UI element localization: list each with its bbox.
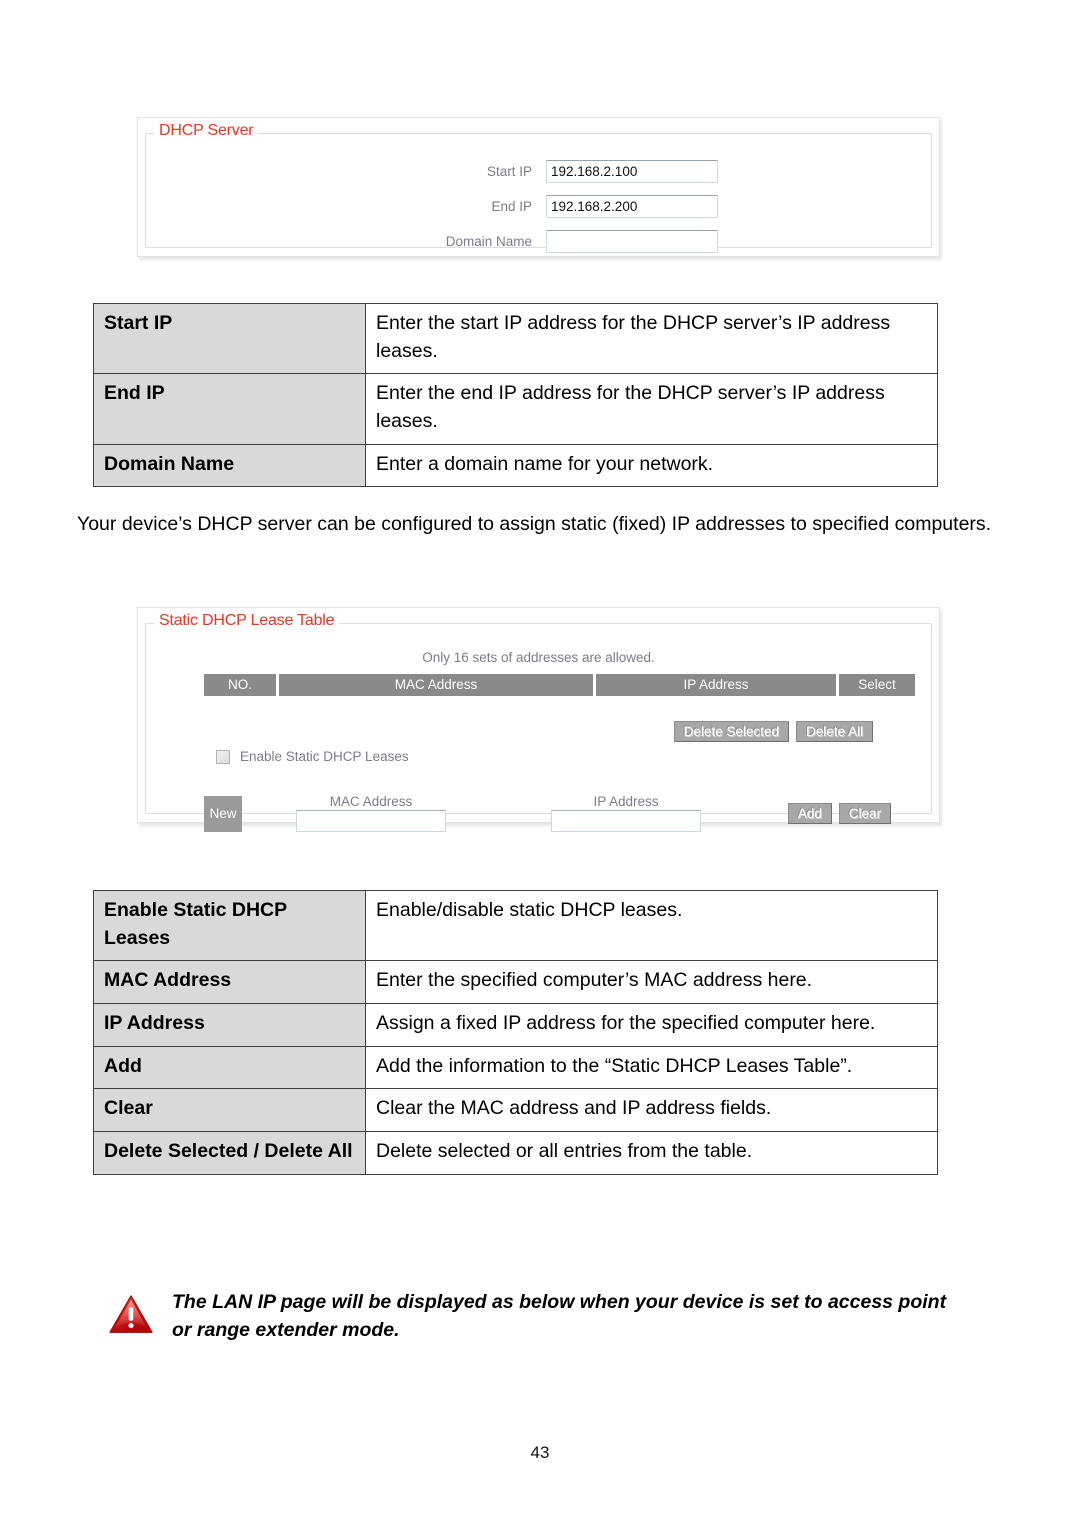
row-value: Enter a domain name for your network. [365, 443, 938, 488]
domain-name-input[interactable] [546, 230, 718, 253]
end-ip-label: End IP [491, 199, 532, 214]
row-key: Delete Selected / Delete All [93, 1131, 366, 1175]
dhcp-server-legend: DHCP Server [154, 122, 259, 140]
clear-button[interactable]: Clear [838, 803, 891, 824]
lease-table-header: NO. MAC Address IP Address Select [204, 674, 915, 696]
add-clear-buttons-group: Add Clear [787, 803, 891, 824]
row-value: Clear the MAC address and IP address fie… [365, 1088, 938, 1133]
row-value: Enter the end IP address for the DHCP se… [365, 373, 938, 445]
row-key: IP Address [93, 1003, 366, 1047]
new-row-badge: New [204, 796, 242, 832]
add-button[interactable]: Add [787, 803, 832, 824]
table-row: MAC Address Enter the specified computer… [93, 960, 938, 1005]
ip-address-input[interactable] [551, 810, 701, 832]
end-ip-row: End IP 192.168.2.200 [386, 195, 718, 218]
domain-name-label: Domain Name [445, 234, 532, 249]
table-row: Enable Static DHCP Leases Enable/disable… [93, 889, 938, 962]
ip-address-caption: IP Address [593, 794, 659, 809]
row-value: Enable/disable static DHCP leases. [365, 889, 938, 962]
table-row: IP Address Assign a fixed IP address for… [93, 1003, 938, 1047]
table-row: Clear Clear the MAC address and IP addre… [93, 1088, 938, 1133]
ip-address-field-group: IP Address [551, 794, 701, 832]
delete-selected-button[interactable]: Delete Selected [673, 721, 789, 742]
enable-static-dhcp-leases-checkbox[interactable] [216, 749, 230, 764]
start-ip-input[interactable]: 192.168.2.100 [546, 160, 718, 183]
table-row: Add Add the information to the “Static D… [93, 1045, 938, 1090]
static-lease-fieldset: Static DHCP Lease Table Only 16 sets of … [145, 612, 932, 832]
row-key: End IP [93, 373, 366, 445]
dhcp-field-description-table: Start IP Enter the start IP address for … [93, 302, 938, 488]
table-row: End IP Enter the end IP address for the … [93, 373, 938, 445]
static-dhcp-description-table: Enable Static DHCP Leases Enable/disable… [93, 889, 938, 1175]
row-value: Delete selected or all entries from the … [365, 1131, 938, 1175]
mac-address-caption: MAC Address [329, 794, 413, 809]
row-value: Enter the start IP address for the DHCP … [365, 302, 938, 375]
dhcp-server-fieldset: DHCP Server Start IP 192.168.2.100 End I… [145, 122, 932, 253]
page-number: 43 [530, 1443, 550, 1462]
row-value: Add the information to the “Static DHCP … [365, 1045, 938, 1090]
static-lease-legend: Static DHCP Lease Table [154, 612, 340, 630]
warning-note: The LAN IP page will be displayed as bel… [108, 1288, 948, 1345]
row-value: Enter the specified computer’s MAC addre… [365, 960, 938, 1005]
table-row: Delete Selected / Delete All Delete sele… [93, 1131, 938, 1175]
table-row: Domain Name Enter a domain name for your… [93, 443, 938, 488]
end-ip-input[interactable]: 192.168.2.200 [546, 195, 718, 218]
column-header-no: NO. [204, 674, 276, 696]
enable-static-dhcp-leases-label: Enable Static DHCP Leases [240, 749, 409, 764]
row-key: Add [93, 1045, 366, 1090]
static-dhcp-intro-paragraph: Your device’s DHCP server can be configu… [77, 513, 992, 535]
enable-static-dhcp-leases-row[interactable]: Enable Static DHCP Leases [216, 749, 409, 764]
row-key: Domain Name [93, 443, 366, 488]
lease-limit-note: Only 16 sets of addresses are allowed. [422, 650, 655, 665]
domain-name-row: Domain Name [386, 230, 718, 253]
dhcp-server-screenshot-panel: DHCP Server Start IP 192.168.2.100 End I… [137, 117, 940, 257]
column-header-ip-address: IP Address [596, 674, 836, 696]
row-key: Start IP [93, 302, 366, 375]
delete-all-button[interactable]: Delete All [795, 721, 873, 742]
delete-buttons-group: Delete Selected Delete All [673, 721, 873, 742]
start-ip-label: Start IP [486, 164, 532, 179]
static-dhcp-lease-screenshot-panel: Static DHCP Lease Table Only 16 sets of … [137, 607, 940, 832]
start-ip-row: Start IP 192.168.2.100 [386, 160, 718, 183]
column-header-select: Select [839, 674, 915, 696]
mac-address-input[interactable] [296, 810, 446, 832]
warning-triangle-icon [109, 1295, 154, 1334]
row-key: Enable Static DHCP Leases [93, 889, 366, 962]
table-row: Start IP Enter the start IP address for … [93, 302, 938, 375]
row-key: Clear [93, 1088, 366, 1133]
row-value: Assign a fixed IP address for the specif… [365, 1003, 938, 1047]
row-key: MAC Address [93, 960, 366, 1005]
warning-note-text: The LAN IP page will be displayed as bel… [172, 1291, 947, 1342]
mac-address-field-group: MAC Address [296, 794, 446, 832]
column-header-mac-address: MAC Address [279, 674, 593, 696]
new-lease-entry-row: New MAC Address IP Address Add Clear [204, 794, 891, 834]
